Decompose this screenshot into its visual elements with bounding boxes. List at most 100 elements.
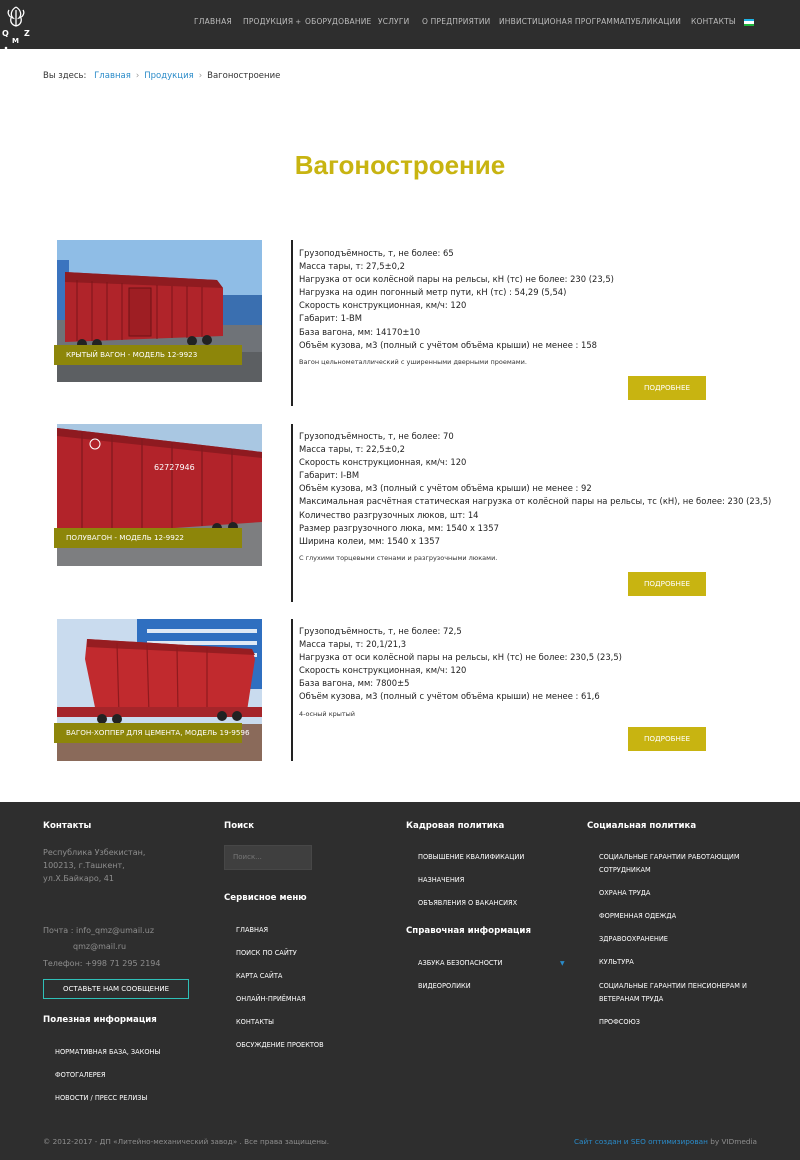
breadcrumb-home-link[interactable]: Главная xyxy=(94,71,131,81)
spec-line: Скорость конструкционная, км/ч: 120 xyxy=(299,665,467,676)
spec-line: Нагрузка от оси колёсной пары на рельсы,… xyxy=(299,652,622,663)
product-specs: Грузоподъёмность, т, не более: 70 Масса … xyxy=(299,430,772,562)
product-note: 4-осный крытый xyxy=(299,709,356,718)
footer-link[interactable]: Социальные гарантии пенсионерам и xyxy=(599,982,747,990)
product-label: Крытый вагон - модель 12-9923 xyxy=(54,345,242,365)
footer-link[interactable]: Фотогалерея xyxy=(55,1071,105,1079)
footer-link[interactable]: Культура xyxy=(599,958,634,966)
expand-icon[interactable]: + xyxy=(295,18,301,26)
breadcrumb: Вы здесь: Главная › Продукция › Вагоностроен… xyxy=(43,71,280,81)
footer-link[interactable]: сотрудникам xyxy=(599,866,651,874)
footer-social-title: Социальная политика xyxy=(587,821,697,831)
more-button[interactable]: Подробнее xyxy=(628,727,706,751)
product-label: Полувагон - модель 12-9922 xyxy=(54,528,242,548)
spec-line: Скорость конструкционная, км/ч: 120 xyxy=(299,300,467,311)
breadcrumb-products-link[interactable]: Продукция xyxy=(144,71,193,81)
breadcrumb-separator: › xyxy=(135,71,140,81)
divider xyxy=(291,240,293,406)
site-footer: Контакты Республика Узбекистан, 100213, … xyxy=(0,802,800,1160)
breadcrumb-prefix: Вы здесь: xyxy=(43,71,87,81)
credits: Сайт создан и SEO оптимизирован by VIDme… xyxy=(574,1137,757,1146)
footer-link[interactable]: Карта сайта xyxy=(236,972,282,980)
footer-link[interactable]: Назначения xyxy=(418,876,464,884)
spec-line: Габарит: 1-ВМ xyxy=(299,313,362,324)
spec-line: Масса тары, т: 22,5±0,2 xyxy=(299,444,405,455)
footer-link[interactable]: Азбука безопасности xyxy=(418,959,502,967)
footer-search-input[interactable]: Поиск... xyxy=(224,845,312,870)
nav-item-about[interactable]: О предприятии xyxy=(422,17,490,26)
footer-link[interactable]: Контакты xyxy=(236,1018,274,1026)
footer-link[interactable]: Онлайн-приёмная xyxy=(236,995,306,1003)
product-specs: Грузоподъёмность, т, не более: 65 Масса … xyxy=(299,247,769,366)
footer-link[interactable]: ветеранам труда xyxy=(599,995,663,1003)
footer-hr-title: Кадровая политика xyxy=(406,821,505,831)
spec-line: Объём кузова, м3 (полный с учётом объёма… xyxy=(299,483,592,494)
product-note: С глухими торцевыми стенами и разгрузочн… xyxy=(299,553,498,562)
footer-link[interactable]: Нормативная база, законы xyxy=(55,1048,160,1056)
svg-text:62727946: 62727946 xyxy=(154,463,195,472)
spec-line: Нагрузка на один погонный метр пути, кН … xyxy=(299,287,567,298)
footer-email[interactable]: Почта : info_qmz@umail.uz xyxy=(43,924,154,937)
nav-item-home[interactable]: Главная xyxy=(194,17,232,26)
footer-useful-title: Полезная информация xyxy=(43,1015,157,1025)
footer-phone: Телефон: +998 71 295 2194 xyxy=(43,959,161,968)
page-title: Вагоностроение xyxy=(294,150,506,180)
footer-link[interactable]: Объявления о вакансиях xyxy=(418,899,517,907)
spec-line: Масса тары, т: 20,1/21,3 xyxy=(299,639,407,650)
spec-line: Грузоподъёмность, т, не более: 70 xyxy=(299,431,454,441)
credits-by: by VIDmedia xyxy=(707,1137,757,1146)
footer-reference-title: Справочная информация xyxy=(406,926,531,936)
spec-line: Максимальная расчётная статическая нагру… xyxy=(299,496,772,507)
spec-line: Количество разгрузочных люков, шт: 14 xyxy=(299,509,479,520)
nav-item-products-label[interactable]: Продукция xyxy=(243,17,293,26)
product-specs: Грузоподъёмность, т, не более: 72,5 Масс… xyxy=(299,625,769,718)
nav-item-contacts[interactable]: Контакты xyxy=(691,17,736,26)
footer-search-title: Поиск xyxy=(224,821,255,831)
more-button[interactable]: Подробнее xyxy=(628,376,706,400)
product-label: Вагон-хоппер для цемента, модель 19-9596 xyxy=(54,723,250,743)
footer-address-line: ул.Х.Байкаро, 41 xyxy=(43,874,114,883)
breadcrumb-separator: › xyxy=(198,71,203,81)
nav-item-equipment[interactable]: Оборудование xyxy=(305,17,371,26)
spec-line: Размер разгрузочного люка, мм: 1540 х 13… xyxy=(299,522,499,533)
footer-link[interactable]: Новости / пресс релизы xyxy=(55,1094,147,1102)
footer-contacts-title: Контакты xyxy=(43,821,92,831)
spec-line: Ширина колеи, мм: 1540 х 1357 xyxy=(299,535,440,546)
divider xyxy=(291,619,293,761)
nav-item-publications[interactable]: Публикации xyxy=(625,17,681,26)
footer-link[interactable]: Здравоохранение xyxy=(599,935,668,943)
footer-link[interactable]: Охрана труда xyxy=(599,889,650,897)
spec-line: Объём кузова, м3 (полный с учётом объёма… xyxy=(299,691,600,702)
spec-line: Нагрузка от оси колёсной пары на рельсы,… xyxy=(299,274,614,285)
footer-email-alt[interactable]: qmz@mail.ru xyxy=(73,940,126,953)
spec-line: Грузоподъёмность, т, не более: 72,5 xyxy=(299,626,462,636)
footer-link[interactable]: Социальные гарантии работающим xyxy=(599,853,740,861)
footer-address-line: Республика Узбекистан, xyxy=(43,848,146,857)
submenu-indicator-icon[interactable]: ▼ xyxy=(560,960,565,967)
breadcrumb-current: Вагоностроение xyxy=(207,71,281,81)
copyright-text: © 2012-2017 - ДП «Литейно-механический з… xyxy=(43,1137,330,1146)
footer-link[interactable]: Форменная одежда xyxy=(599,912,676,920)
spec-line: Масса тары, т: 27,5±0,2 xyxy=(299,261,405,272)
footer-link[interactable]: Видеоролики xyxy=(418,982,471,990)
uzbekistan-flag-icon[interactable] xyxy=(744,19,754,26)
footer-address-line: 100213, г.Ташкент, xyxy=(43,861,125,870)
footer-link[interactable]: Обсуждение проектов xyxy=(236,1041,324,1049)
more-button[interactable]: Подробнее xyxy=(628,572,706,596)
credits-link[interactable]: Сайт создан и SEO оптимизирован xyxy=(574,1137,708,1146)
main-nav: Главная Продукция + Оборудование Услуги О… xyxy=(0,0,800,49)
divider xyxy=(291,424,293,602)
spec-line: База вагона, мм: 14170±10 xyxy=(299,326,421,337)
spec-line: Скорость конструкционная, км/ч: 120 xyxy=(299,457,467,468)
footer-link[interactable]: Повышение квалификации xyxy=(418,853,524,861)
leave-message-button[interactable]: Оставьте нам сообщение xyxy=(43,979,189,999)
nav-item-services[interactable]: Услуги xyxy=(378,17,409,26)
footer-link[interactable]: Профсоюз xyxy=(599,1018,640,1026)
footer-link[interactable]: Главная xyxy=(236,926,268,934)
spec-line: Грузоподъёмность, т, не более: 65 xyxy=(299,248,454,258)
nav-item-investment[interactable]: Инвистиционая программа xyxy=(499,17,625,26)
spec-line: Объём кузова, м3 (полный с учётом объёма… xyxy=(299,339,597,350)
footer-link[interactable]: Поиск по сайту xyxy=(236,949,297,957)
site-header: Q Z M Главная Продукция + Оборудование Ус… xyxy=(0,0,800,60)
nav-item-products[interactable]: Продукция + xyxy=(243,17,301,26)
